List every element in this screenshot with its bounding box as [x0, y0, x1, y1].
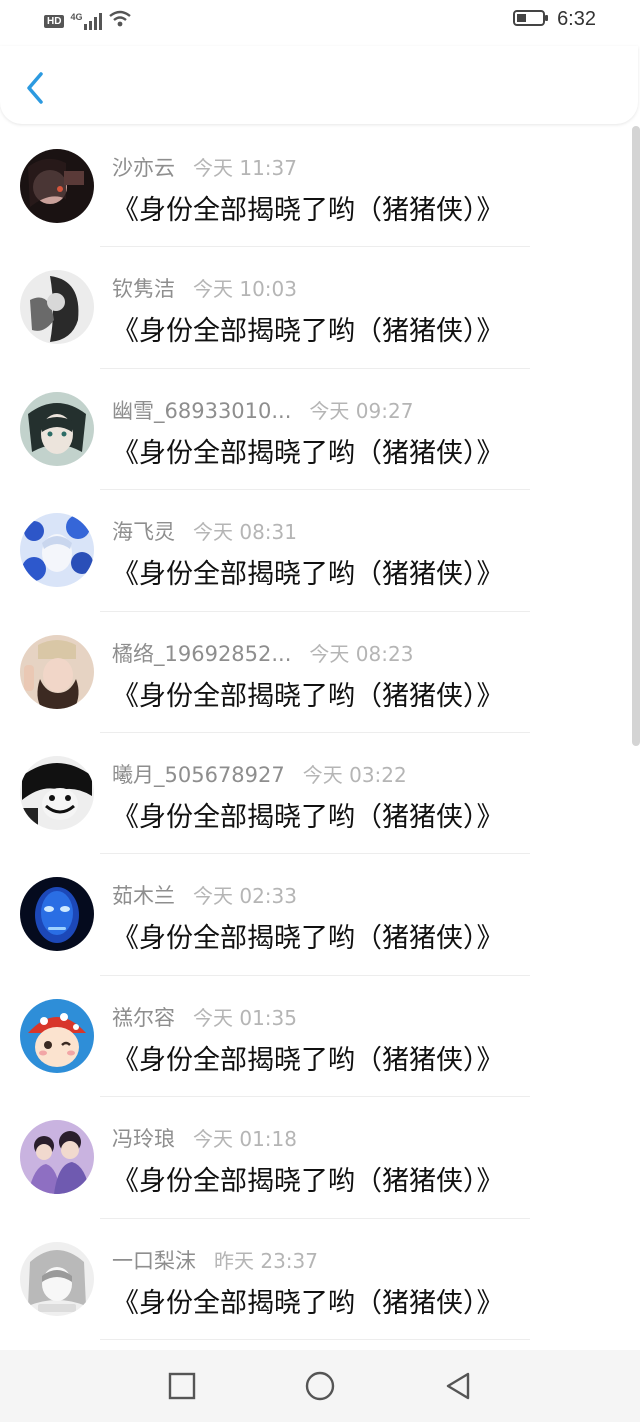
username[interactable]: 钦隽洁 — [112, 273, 175, 303]
system-nav-bar — [0, 1350, 640, 1422]
timestamp: 今天 08:31 — [193, 520, 297, 545]
message-text[interactable]: 《身份全部揭晓了哟（猪猪侠）》 — [112, 1159, 504, 1198]
message-text[interactable]: 《身份全部揭晓了哟（猪猪侠）》 — [112, 916, 504, 955]
list-item[interactable]: 曦月_505678927 今天 03:22 《身份全部揭晓了哟（猪猪侠）》 — [0, 733, 632, 855]
username[interactable]: 一口梨沫 — [112, 1245, 196, 1275]
username[interactable]: 海飞灵 — [112, 516, 175, 546]
list-item[interactable]: 茹木兰 今天 02:33 《身份全部揭晓了哟（猪猪侠）》 — [0, 854, 632, 976]
message-meta: 曦月_505678927 今天 03:22 — [112, 759, 407, 789]
message-meta: 沙亦云 今天 11:37 — [112, 152, 297, 182]
timestamp: 今天 02:33 — [193, 884, 297, 909]
scrollbar[interactable] — [632, 126, 640, 746]
back-nav-button[interactable] — [441, 1369, 475, 1403]
list-item[interactable]: 幽雪_68933010... 今天 09:27 《身份全部揭晓了哟（猪猪侠）》 — [0, 369, 632, 491]
avatar[interactable] — [20, 391, 94, 466]
timestamp: 今天 09:27 — [309, 398, 414, 423]
list-item[interactable]: 一口梨沫 昨天 23:37 《身份全部揭晓了哟（猪猪侠）》 — [0, 1219, 632, 1340]
timestamp: 今天 10:03 — [193, 277, 297, 302]
wifi-icon — [108, 10, 132, 32]
avatar[interactable] — [20, 1120, 94, 1195]
username[interactable]: 茹木兰 — [112, 880, 175, 910]
hd-badge: HD — [44, 14, 65, 28]
message-meta: 茹木兰 今天 02:33 — [112, 880, 297, 910]
message-text[interactable]: 《身份全部揭晓了哟（猪猪侠）》 — [112, 1281, 504, 1320]
timestamp: 今天 08:23 — [309, 641, 414, 666]
username[interactable]: 橘络_19692852... — [112, 638, 291, 668]
message-meta: 钦隽洁 今天 10:03 — [112, 273, 297, 303]
timestamp: 今天 11:37 — [193, 156, 297, 180]
message-text[interactable]: 《身份全部揭晓了哟（猪猪侠）》 — [112, 674, 504, 713]
message-meta: 海飞灵 今天 08:31 — [112, 516, 297, 546]
status-right: 6:32 — [513, 8, 596, 31]
avatar[interactable] — [20, 755, 94, 830]
status-left: HD 4G — [44, 10, 132, 32]
header-bar — [0, 46, 638, 124]
username[interactable]: 沙亦云 — [112, 152, 175, 182]
list-item[interactable]: 橘络_19692852... 今天 08:23 《身份全部揭晓了哟（猪猪侠）》 — [0, 612, 632, 733]
username[interactable]: 冯玲琅 — [112, 1123, 175, 1153]
list-item[interactable]: 钦隽洁 今天 10:03 《身份全部揭晓了哟（猪猪侠）》 — [0, 247, 632, 369]
recent-apps-button[interactable] — [165, 1369, 199, 1403]
signal-label: 4G — [70, 12, 83, 22]
username[interactable]: 禚尔容 — [112, 1002, 175, 1032]
list-item[interactable]: 禚尔容 今天 01:35 《身份全部揭晓了哟（猪猪侠）》 — [0, 976, 632, 1098]
message-text[interactable]: 《身份全部揭晓了哟（猪猪侠）》 — [112, 431, 504, 470]
battery-icon — [513, 9, 549, 31]
status-time: 6:32 — [557, 8, 596, 30]
username[interactable]: 幽雪_68933010... — [112, 395, 291, 425]
circle-icon — [305, 1371, 335, 1401]
message-text[interactable]: 《身份全部揭晓了哟（猪猪侠）》 — [112, 795, 504, 834]
list-item[interactable]: 冯玲琅 今天 01:18 《身份全部揭晓了哟（猪猪侠）》 — [0, 1097, 632, 1219]
avatar[interactable] — [20, 634, 94, 709]
timestamp: 今天 01:18 — [193, 1127, 297, 1152]
chevron-left-icon — [27, 72, 43, 104]
avatar[interactable] — [20, 513, 94, 588]
message-text[interactable]: 《身份全部揭晓了哟（猪猪侠）》 — [112, 552, 504, 591]
message-meta: 橘络_19692852... 今天 08:23 — [112, 638, 413, 668]
message-meta: 冯玲琅 今天 01:18 — [112, 1123, 297, 1153]
triangle-back-icon — [446, 1372, 470, 1400]
back-button[interactable] — [18, 68, 52, 108]
list-item[interactable]: 沙亦云 今天 11:37 《身份全部揭晓了哟（猪猪侠）》 — [0, 126, 632, 248]
list-item[interactable]: 海飞灵 今天 08:31 《身份全部揭晓了哟（猪猪侠）》 — [0, 490, 632, 612]
timestamp: 今天 01:35 — [193, 1005, 297, 1030]
timestamp: 今天 03:22 — [302, 762, 407, 787]
square-icon — [168, 1372, 196, 1400]
home-button[interactable] — [303, 1369, 337, 1403]
status-bar: HD 4G 6:32 — [0, 0, 640, 46]
divider — [100, 1338, 530, 1340]
avatar[interactable] — [20, 149, 94, 223]
avatar[interactable] — [20, 877, 94, 952]
message-meta: 幽雪_68933010... 今天 09:27 — [112, 395, 413, 425]
message-text[interactable]: 《身份全部揭晓了哟（猪猪侠）》 — [112, 188, 504, 227]
message-meta: 禚尔容 今天 01:35 — [112, 1002, 297, 1032]
username[interactable]: 曦月_505678927 — [112, 759, 285, 789]
timestamp: 昨天 23:37 — [214, 1248, 318, 1273]
message-list[interactable]: 沙亦云 今天 11:37 《身份全部揭晓了哟（猪猪侠）》 钦隽洁 今天 10:0… — [0, 126, 632, 1350]
avatar[interactable] — [20, 1241, 94, 1316]
signal-icon: 4G — [70, 12, 103, 30]
avatar[interactable] — [20, 998, 94, 1073]
avatar[interactable] — [20, 270, 94, 345]
message-text[interactable]: 《身份全部揭晓了哟（猪猪侠）》 — [112, 309, 504, 348]
message-text[interactable]: 《身份全部揭晓了哟（猪猪侠）》 — [112, 1038, 504, 1077]
message-meta: 一口梨沫 昨天 23:37 — [112, 1245, 318, 1275]
